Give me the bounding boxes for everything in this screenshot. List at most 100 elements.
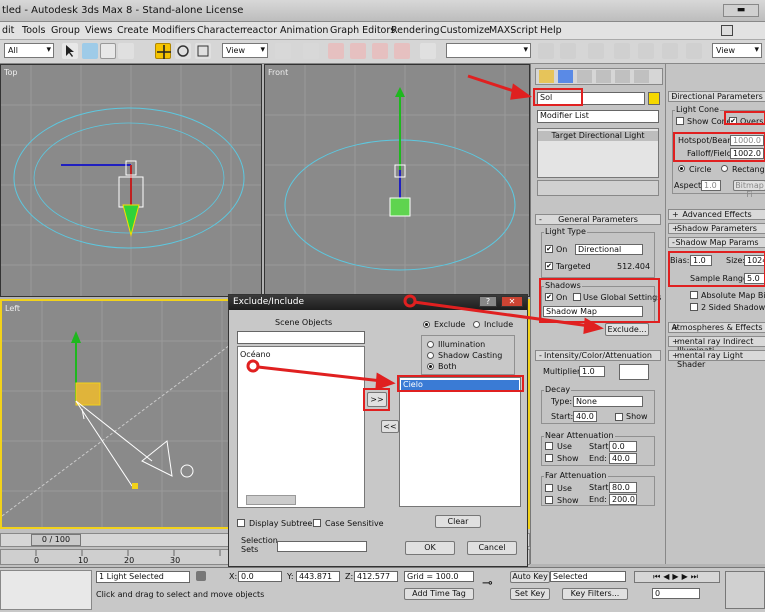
utilities-tab-icon[interactable] [634,70,649,83]
named-selection-dropdown[interactable] [446,43,531,58]
viewport-left-label[interactable]: Left [5,304,20,313]
menu-reactor[interactable]: reactor [243,25,277,36]
select-arrow-icon[interactable] [62,43,78,59]
render-view-dropdown[interactable]: View [712,43,762,58]
viewport-nav-controls[interactable] [725,571,765,609]
shadow-map-params-rollout[interactable]: - Shadow Map Params [668,237,765,248]
maxscript-listener[interactable] [0,570,92,610]
decay-type-dropdown[interactable]: None [573,396,643,407]
menu-edit[interactable]: dit [2,25,14,36]
decay-show-checkbox[interactable] [615,413,623,421]
menu-tools[interactable]: Tools [22,25,45,36]
stack-item-target-directional-light[interactable]: Target Directional Light [538,131,658,141]
excluded-objects-list[interactable]: Cielo [399,377,521,507]
multiplier-field[interactable]: 1.0 [579,366,605,377]
menu-rendering[interactable]: Rendering [391,25,440,36]
key-icon[interactable]: ⊸ [482,576,506,591]
modifier-list-dropdown[interactable]: Modifier List [537,110,659,123]
mr-indirect-rollout[interactable]: +mental ray Indirect Illuminati [668,336,765,355]
ok-button[interactable]: OK [405,541,455,555]
current-frame-field[interactable]: 0 [652,588,700,599]
shadow-casting-radio[interactable] [427,352,434,359]
two-sided-checkbox[interactable] [690,303,698,311]
rotate-icon[interactable] [175,43,191,59]
menu-modifiers[interactable]: Modifiers [152,25,195,36]
z-coordinate-field[interactable]: 412.577 [354,571,398,582]
near-end-field[interactable]: 40.0 [609,453,637,464]
viewport-top-label[interactable]: Top [4,68,18,77]
rectangle-radio[interactable] [721,165,728,172]
window-controls[interactable]: ▬ [723,4,759,17]
percent-snap-icon[interactable] [372,43,388,59]
light-type-dropdown[interactable]: Directional [575,244,643,255]
exclude-button[interactable]: Exclude... [605,323,649,336]
absolute-bias-checkbox[interactable] [690,291,698,299]
near-show-checkbox[interactable] [545,454,553,462]
x-coordinate-field[interactable]: 0.0 [238,571,282,582]
mirror-icon[interactable] [538,43,554,59]
cancel-button[interactable]: Cancel [467,541,517,555]
display-subtree-checkbox[interactable] [237,519,245,527]
general-parameters-rollout[interactable]: - General Parameters [535,214,661,225]
show-cone-checkbox[interactable] [676,117,684,125]
playback-controls[interactable]: ⏮◀▶▶⏭ [634,571,720,583]
layer-manager-icon[interactable] [588,43,604,59]
scale-icon[interactable] [195,43,211,59]
far-use-checkbox[interactable] [545,484,553,492]
far-show-checkbox[interactable] [545,496,553,504]
menu-character[interactable]: Character [197,25,244,36]
material-editor-icon[interactable] [662,43,678,59]
set-key-button[interactable]: Set Key [510,588,550,600]
angle-snap-icon[interactable] [350,43,366,59]
near-start-field[interactable]: 0.0 [609,441,637,452]
illumination-radio[interactable] [427,341,434,348]
near-use-checkbox[interactable] [545,442,553,450]
menu-graph-editors[interactable]: Graph Editors [330,25,395,36]
targeted-checkbox[interactable]: ✔ [545,262,553,270]
advanced-effects-rollout[interactable]: + Advanced Effects [668,209,765,220]
reference-coordinate-dropdown[interactable]: View [222,43,268,58]
manipulate-icon[interactable] [303,43,319,59]
spinner-snap-icon[interactable] [394,43,410,59]
schematic-view-icon[interactable] [638,43,654,59]
move-icon[interactable] [155,43,171,59]
aspect-field[interactable]: 1.0 [701,180,721,191]
restore-icon[interactable] [721,25,733,36]
bitmap-fit-button[interactable]: Bitmap Fi [733,180,765,199]
window-crossing-icon[interactable] [118,43,134,59]
light-color-swatch[interactable] [619,364,649,380]
clear-button[interactable]: Clear [435,515,481,528]
menu-group[interactable]: Group [51,25,80,36]
object-color-swatch[interactable] [648,92,660,105]
viewport-front-label[interactable]: Front [268,68,288,77]
snap-icon[interactable] [328,43,344,59]
menu-views[interactable]: Views [85,25,113,36]
modify-tab-icon[interactable] [558,70,573,83]
y-coordinate-field[interactable]: 443.871 [296,571,340,582]
hierarchy-tab-icon[interactable] [577,70,592,83]
auto-key-button[interactable]: Auto Key [510,571,550,583]
render-scene-icon[interactable] [686,43,702,59]
add-time-tag-button[interactable]: Add Time Tag [404,588,474,600]
far-end-field[interactable]: 200.0 [609,494,637,505]
align-icon[interactable] [560,43,576,59]
selection-filter-dropdown[interactable]: All [4,43,54,58]
create-tab-icon[interactable] [539,70,554,83]
edit-named-sel-icon[interactable] [420,43,436,59]
help-button[interactable]: ? [479,296,497,307]
circle-radio[interactable] [678,165,685,172]
viewport-top[interactable]: Top [0,64,262,297]
case-sensitive-checkbox[interactable] [313,519,321,527]
menu-animation[interactable]: Animation [280,25,328,36]
pivot-icon[interactable] [275,43,291,59]
far-start-field[interactable]: 80.0 [609,482,637,493]
exclude-radio[interactable] [423,321,430,328]
motion-tab-icon[interactable] [596,70,611,83]
list-scrollbar[interactable] [246,495,296,505]
time-slider-thumb[interactable]: 0 / 100 [31,534,81,546]
include-radio[interactable] [473,321,480,328]
viewport-front[interactable]: Front [264,64,530,297]
light-on-checkbox[interactable]: ✔ [545,245,553,253]
both-radio[interactable] [427,363,434,370]
close-icon[interactable]: ✕ [501,296,523,307]
